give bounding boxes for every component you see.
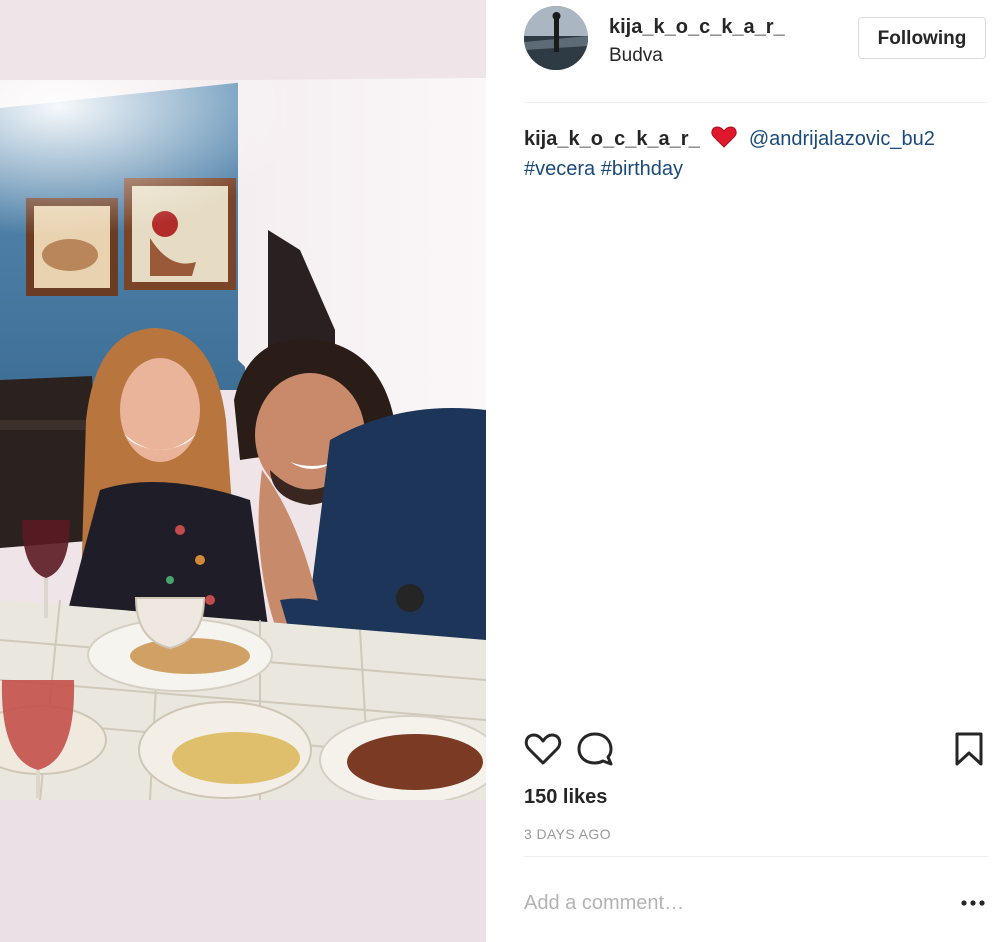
post-header: kija_k_o_c_k_a_r_ Budva Following: [486, 0, 1000, 102]
post-actions: [522, 728, 990, 770]
avatar-image: [524, 6, 588, 70]
comment-divider: [524, 856, 988, 857]
hashtag-link[interactable]: #birthday: [601, 158, 683, 180]
likes-count[interactable]: 150 likes: [524, 786, 607, 809]
more-options-icon[interactable]: [958, 892, 988, 914]
post-author-username[interactable]: kija_k_o_c_k_a_r_: [609, 16, 785, 39]
post-photo-pane: [0, 0, 486, 942]
comment-bubble-icon[interactable]: [574, 728, 616, 770]
avatar[interactable]: [524, 6, 588, 70]
heart-outline-icon[interactable]: [522, 728, 564, 770]
header-divider: [524, 102, 988, 103]
add-comment-input[interactable]: [524, 888, 944, 918]
post-timestamp[interactable]: 3 DAYS AGO: [524, 826, 611, 842]
post-location[interactable]: Budva: [609, 45, 663, 67]
caption-mention-link[interactable]: @andrijalazovic_bu2: [749, 128, 935, 150]
post-sidebar: kija_k_o_c_k_a_r_ Budva Following kija_k…: [486, 0, 1000, 942]
following-button[interactable]: Following: [858, 17, 986, 59]
post-photo: [0, 0, 486, 942]
red-heart-emoji-icon: [711, 126, 737, 148]
caption-username[interactable]: kija_k_o_c_k_a_r_: [524, 128, 700, 150]
post-caption: kija_k_o_c_k_a_r_ @andrijalazovic_bu2 #v…: [524, 124, 984, 184]
hashtag-link[interactable]: #vecera: [524, 158, 595, 180]
bookmark-icon[interactable]: [948, 728, 990, 770]
